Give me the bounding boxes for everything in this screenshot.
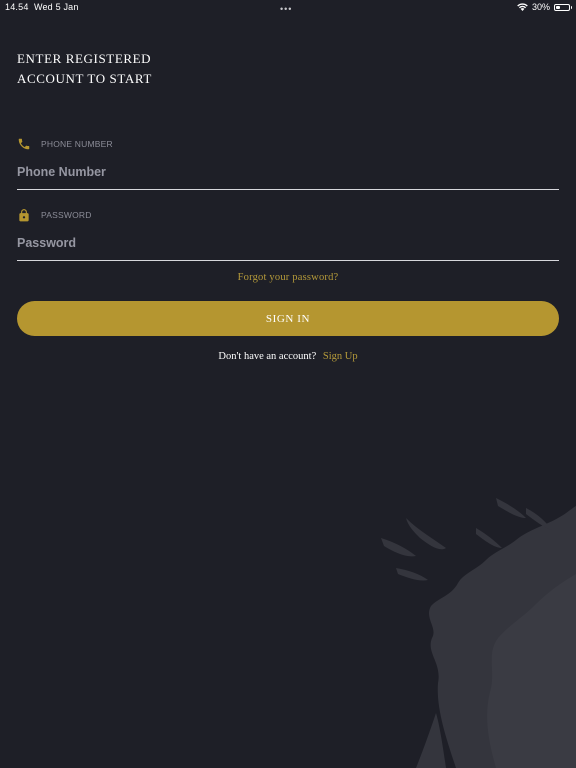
status-bar: 14.54 Wed 5 Jan ••• 30% xyxy=(0,0,576,16)
forgot-password-link[interactable]: Forgot your password? xyxy=(0,272,576,283)
signup-prompt: Don't have an account? xyxy=(218,351,317,362)
wifi-icon xyxy=(517,3,528,11)
lock-icon xyxy=(17,207,34,223)
password-underline xyxy=(17,260,559,261)
phone-icon xyxy=(17,136,34,152)
status-indicators: 30% xyxy=(517,2,572,12)
status-time-date: 14.54 Wed 5 Jan xyxy=(5,2,79,12)
heading-line-1: ENTER REGISTERED xyxy=(17,51,152,66)
phone-number-field-group: PHONE NUMBER xyxy=(17,136,559,190)
sign-in-button[interactable]: SIGN IN xyxy=(17,301,559,336)
brush-stroke-decoration xyxy=(381,498,576,768)
battery-percent: 30% xyxy=(531,2,550,12)
password-input[interactable] xyxy=(17,233,559,253)
phone-number-underline xyxy=(17,189,559,190)
battery-icon xyxy=(554,3,572,11)
status-time: 14.54 xyxy=(5,2,29,12)
phone-number-label-row: PHONE NUMBER xyxy=(17,136,559,152)
multitasking-dots[interactable]: ••• xyxy=(280,4,292,14)
password-label: PASSWORD xyxy=(41,210,92,220)
phone-number-input[interactable] xyxy=(17,162,559,182)
signup-row: Don't have an account? Sign Up xyxy=(0,351,576,362)
status-date: Wed 5 Jan xyxy=(33,2,79,12)
battery-level-fill xyxy=(556,5,560,9)
sign-up-link[interactable]: Sign Up xyxy=(323,351,358,362)
heading-line-2: ACCOUNT TO START xyxy=(17,70,152,86)
page-heading: ENTER REGISTERED ACCOUNT TO START xyxy=(17,49,152,88)
password-label-row: PASSWORD xyxy=(17,207,559,223)
password-field-group: PASSWORD xyxy=(17,207,559,261)
phone-number-label: PHONE NUMBER xyxy=(41,139,113,149)
